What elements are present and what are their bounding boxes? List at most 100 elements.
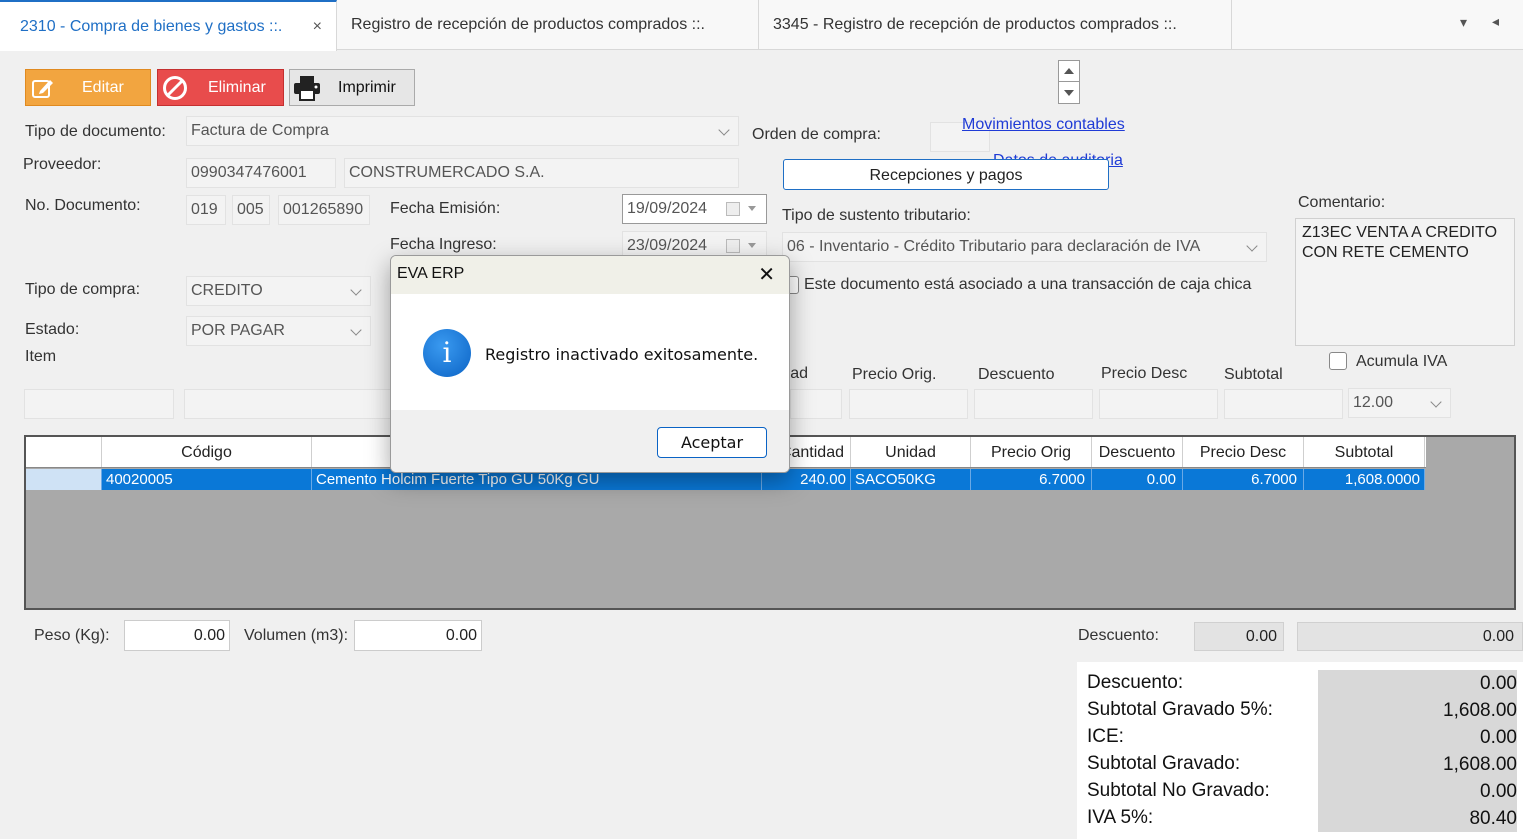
cell-code[interactable]: 40020005: [102, 469, 312, 490]
supplier-name-field[interactable]: CONSTRUMERCADO S.A.: [344, 158, 739, 188]
status-value: POR PAGAR: [191, 322, 285, 339]
total-label: IVA 5%:: [1087, 807, 1154, 828]
discount-footer-field-2[interactable]: 0.00: [1297, 622, 1523, 651]
close-icon[interactable]: ✕: [758, 262, 775, 287]
doc-number-sequence-field[interactable]: 001265890: [278, 195, 370, 225]
comment-textarea[interactable]: Z13EC VENTA A CREDITO CON RETE CEMENTO: [1295, 218, 1515, 346]
entry-disc-price-input[interactable]: [1099, 389, 1218, 419]
receptions-payments-button[interactable]: Recepciones y pagos: [783, 159, 1109, 190]
accounting-movements-link[interactable]: Movimientos contables: [962, 116, 1125, 134]
cell-discount[interactable]: 0.00: [1092, 469, 1183, 490]
tab-bar: 2310 - Compra de bienes y gastos ::. × R…: [0, 0, 1523, 51]
tab-compra-bienes[interactable]: 2310 - Compra de bienes y gastos ::. ×: [0, 0, 337, 51]
close-tab-icon[interactable]: ×: [313, 2, 322, 51]
dialog-titlebar: EVA ERP ✕: [391, 256, 789, 294]
row-selector[interactable]: [26, 469, 102, 490]
emission-date-picker[interactable]: 19/09/2024: [622, 194, 767, 224]
message-dialog: EVA ERP ✕ i Registro inactivado exitosam…: [390, 255, 790, 473]
tax-support-label: Tipo de sustento tributario:: [782, 207, 971, 224]
tab-scroll-left-icon[interactable]: ◂: [1492, 13, 1499, 30]
entry-discount-header: Descuento: [978, 366, 1055, 383]
item-description-input[interactable]: [184, 389, 394, 419]
tab-list-dropdown-icon[interactable]: ▾: [1460, 14, 1467, 31]
entry-price-header: Precio Orig.: [852, 366, 937, 383]
print-label: Imprimir: [338, 78, 396, 96]
delete-button[interactable]: Eliminar: [157, 69, 284, 106]
petty-cash-label: Este documento está asociado a una trans…: [804, 276, 1252, 293]
entry-date-value: 23/09/2024: [627, 237, 708, 254]
calendar-icon[interactable]: [726, 239, 740, 253]
tax-support-select[interactable]: 06 - Inventario - Crédito Tributario par…: [782, 232, 1267, 262]
iva-rate-select[interactable]: 12.00: [1348, 388, 1451, 418]
record-spinner[interactable]: [1058, 60, 1080, 104]
doc-type-select[interactable]: Factura de Compra: [186, 116, 739, 146]
spinner-down-icon[interactable]: [1059, 82, 1079, 103]
entry-disc-price-header: Precio Desc: [1101, 365, 1188, 382]
dialog-footer: Aceptar: [391, 410, 789, 472]
cell-disc-price[interactable]: 6.7000: [1183, 469, 1304, 490]
supplier-label: Proveedor:: [23, 156, 102, 173]
grid-header-price[interactable]: Precio Orig: [971, 437, 1092, 467]
total-label: Descuento:: [1087, 672, 1184, 693]
purchase-type-select[interactable]: CREDITO: [186, 276, 371, 306]
weight-label: Peso (Kg):: [34, 627, 110, 644]
calendar-icon[interactable]: [726, 202, 740, 216]
tab-label: Registro de recepción de productos compr…: [351, 16, 705, 33]
dialog-title: EVA ERP: [397, 265, 465, 282]
grid-header-subtotal[interactable]: Subtotal: [1304, 437, 1425, 467]
tab-3345-registro-recepcion[interactable]: 3345 - Registro de recepción de producto…: [759, 0, 1232, 50]
supplier-ruc-field[interactable]: 0990347476001: [186, 158, 336, 188]
item-code-input[interactable]: [24, 389, 174, 419]
accept-button[interactable]: Aceptar: [657, 427, 767, 458]
total-label: ICE:: [1087, 726, 1124, 747]
discount-footer-field[interactable]: 0.00: [1194, 622, 1284, 651]
doc-type-value: Factura de Compra: [191, 122, 329, 139]
grid-header-code[interactable]: Código: [102, 437, 312, 467]
accumulate-iva-checkbox[interactable]: [1329, 352, 1347, 370]
chevron-down-icon[interactable]: [748, 243, 756, 248]
item-label: Item: [25, 348, 57, 365]
prohibited-icon: [158, 69, 192, 106]
total-value: 1,608.00: [1318, 697, 1517, 724]
cell-price[interactable]: 6.7000: [971, 469, 1092, 490]
total-label: Subtotal No Gravado:: [1087, 780, 1270, 801]
grid-header-discount[interactable]: Descuento: [1092, 437, 1183, 467]
edit-icon: [26, 69, 60, 106]
doc-number-point-field[interactable]: 005: [232, 195, 270, 225]
emission-date-label: Fecha Emisión:: [390, 200, 501, 217]
doc-number-label: No. Documento:: [25, 197, 141, 214]
tab-label: 3345 - Registro de recepción de producto…: [773, 16, 1177, 33]
entry-quantity-input[interactable]: [790, 389, 842, 419]
total-subtotal-gravado-5-row: Subtotal Gravado 5%: 1,608.00: [1077, 697, 1517, 724]
tax-support-value: 06 - Inventario - Crédito Tributario par…: [787, 238, 1201, 255]
doc-type-label: Tipo de documento:: [25, 123, 166, 140]
emission-date-value: 19/09/2024: [627, 200, 708, 217]
chevron-down-icon[interactable]: [748, 206, 756, 211]
grid-header-unit[interactable]: Unidad: [851, 437, 971, 467]
total-subtotal-gravado-row: Subtotal Gravado: 1,608.00: [1077, 751, 1517, 778]
purchase-order-label: Orden de compra:: [752, 126, 881, 143]
purchase-type-value: CREDITO: [191, 282, 263, 299]
volume-field[interactable]: 0.00: [354, 620, 482, 651]
discount-footer-value-2: 0.00: [1482, 628, 1514, 645]
tab-registro-recepcion[interactable]: Registro de recepción de productos compr…: [337, 0, 759, 50]
total-value: 1,608.00: [1318, 751, 1517, 778]
discount-footer-label: Descuento:: [1078, 627, 1159, 644]
edit-button[interactable]: Editar: [25, 69, 151, 106]
spinner-up-icon[interactable]: [1059, 61, 1079, 82]
total-value: 80.40: [1318, 805, 1517, 832]
print-button[interactable]: Imprimir: [289, 69, 415, 106]
volume-label: Volumen (m3):: [244, 627, 349, 644]
entry-discount-input[interactable]: [974, 389, 1093, 419]
status-select[interactable]: POR PAGAR: [186, 316, 371, 346]
doc-number-establishment-field[interactable]: 019: [186, 195, 226, 225]
cell-subtotal[interactable]: 1,608.0000: [1304, 469, 1425, 490]
entry-price-input[interactable]: [849, 389, 968, 419]
entry-subtotal-header: Subtotal: [1224, 366, 1283, 383]
total-ice-row: ICE: 0.00: [1077, 724, 1517, 751]
weight-field[interactable]: 0.00: [124, 620, 230, 651]
cell-unit[interactable]: SACO50KG: [851, 469, 971, 490]
grid-header-disc-price[interactable]: Precio Desc: [1183, 437, 1304, 467]
entry-subtotal-input[interactable]: [1224, 389, 1343, 419]
comment-label: Comentario:: [1298, 194, 1386, 211]
